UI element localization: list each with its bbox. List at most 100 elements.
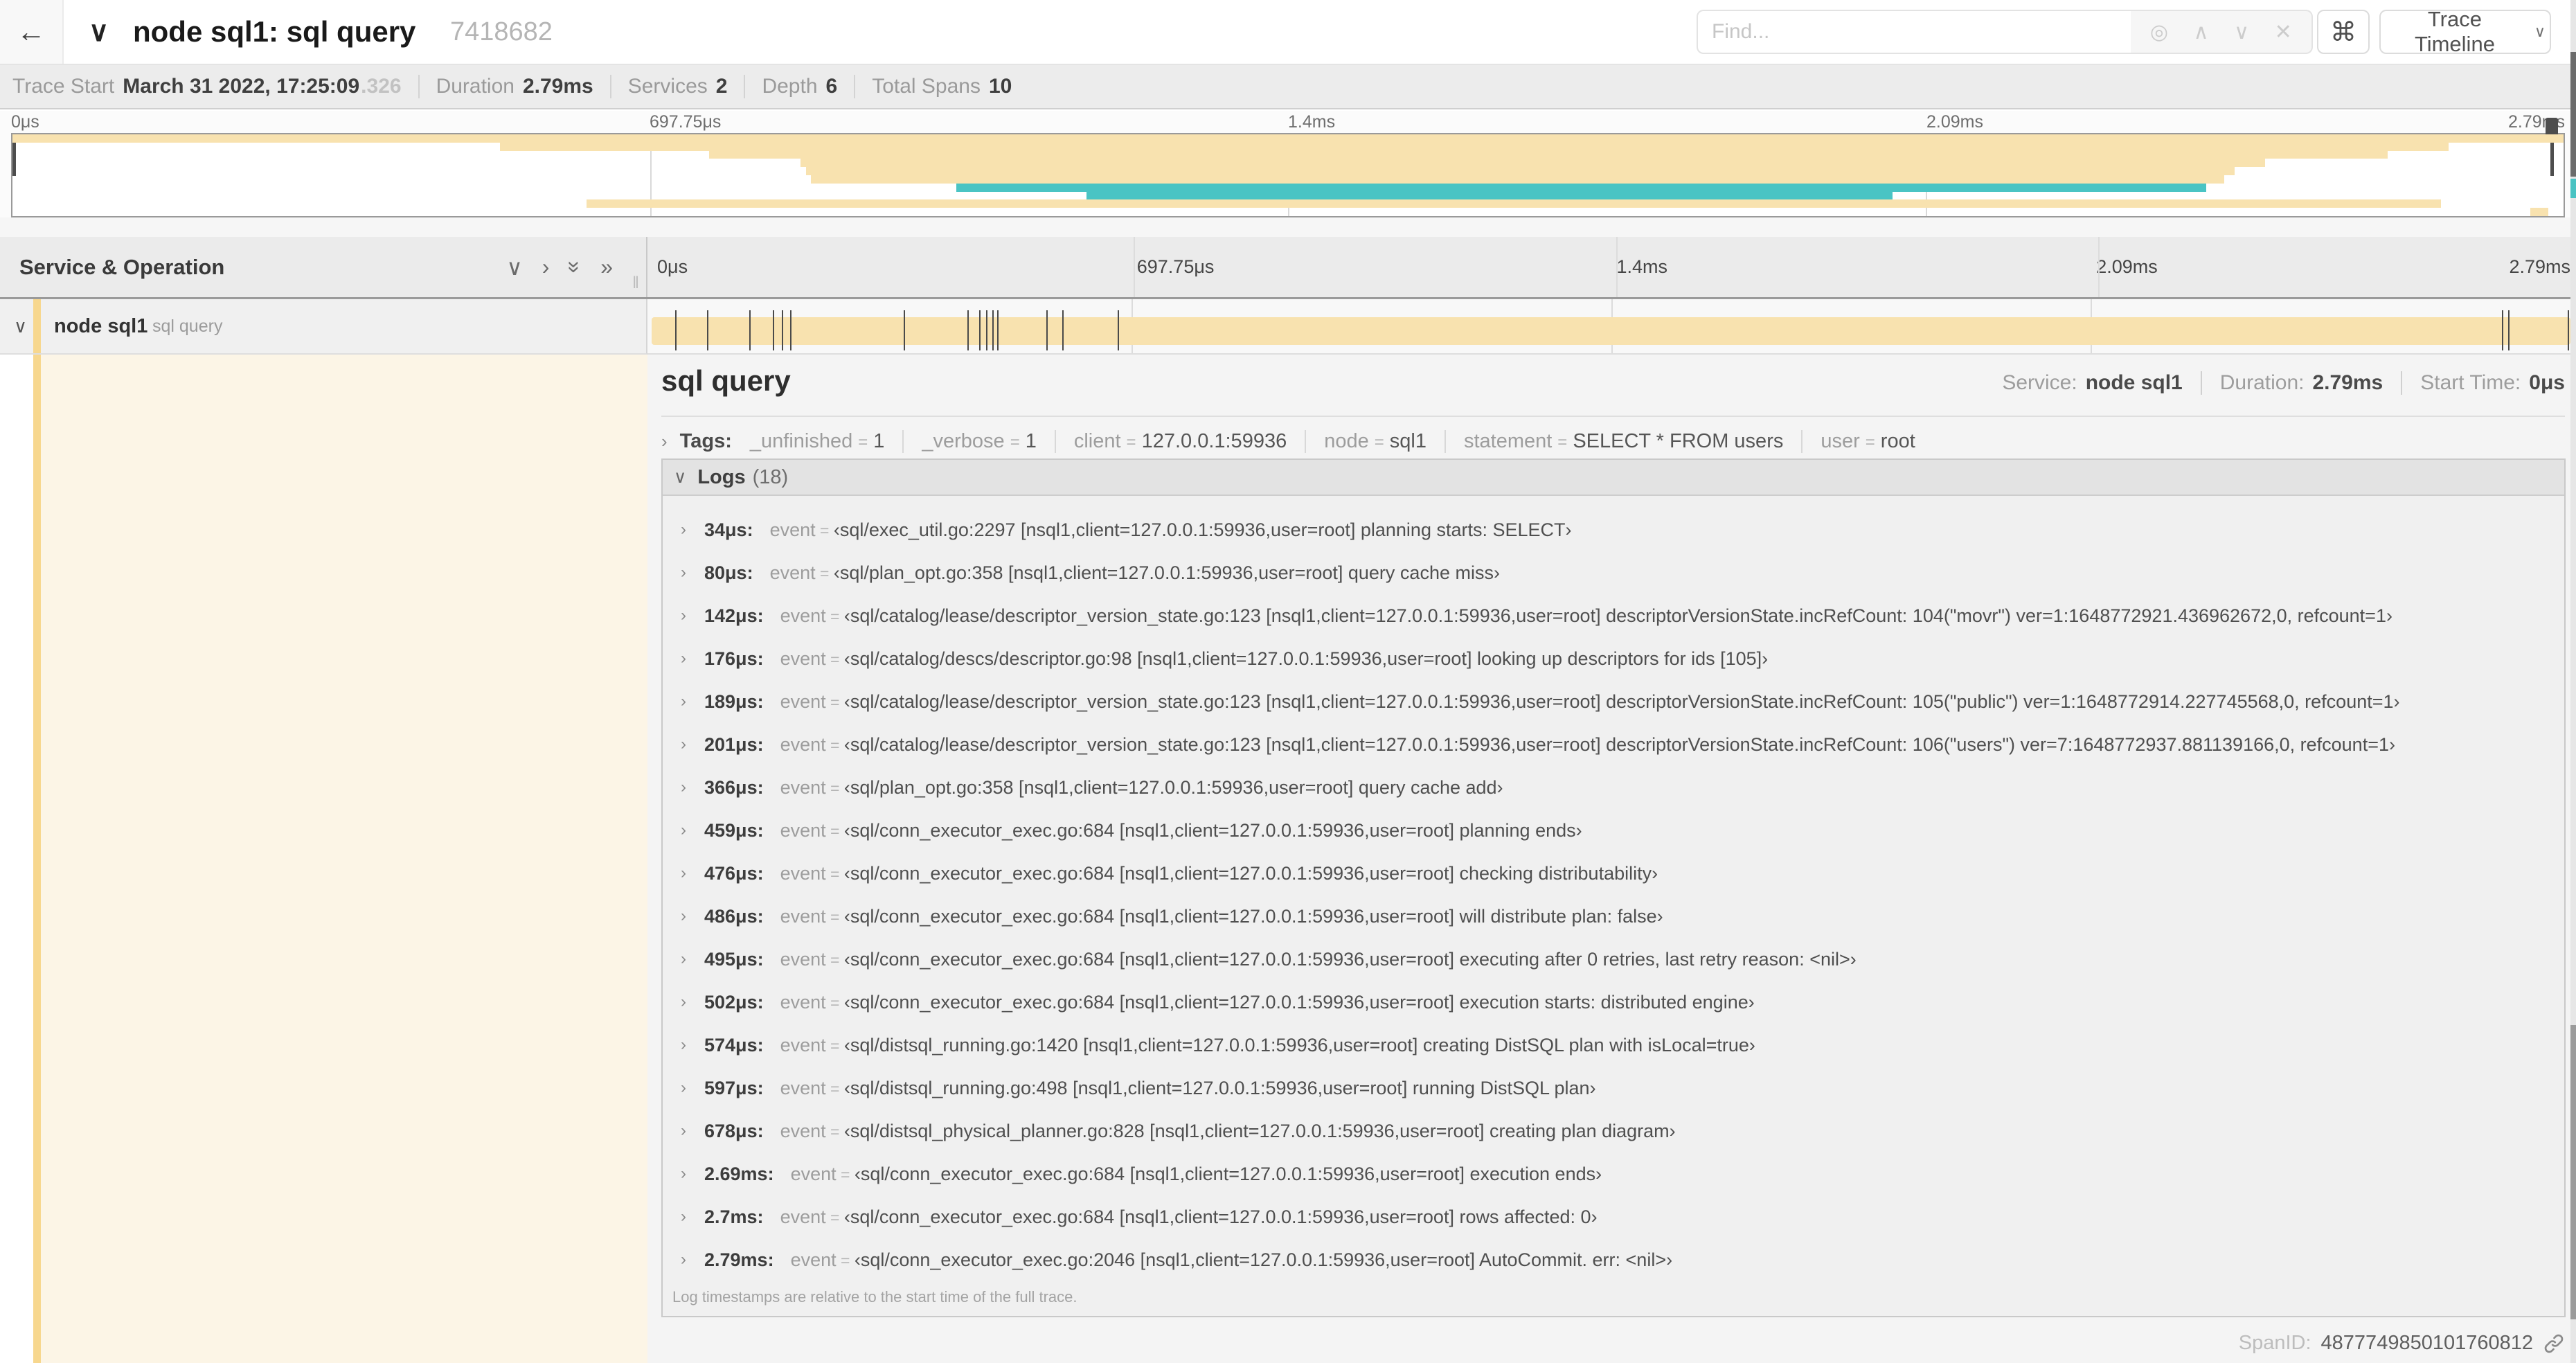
timeline-header-right: 0μs 697.75μs 1.4ms 2.09ms 2.79ms <box>647 237 2576 297</box>
span-row-name-cell[interactable]: ∨ node sql1 sql query <box>0 299 647 355</box>
log-row-body: event = ‹sql/catalog/lease/descriptor_ve… <box>780 734 2395 756</box>
log-field-key: event <box>780 1034 826 1055</box>
chevron-right-icon: › <box>661 430 668 452</box>
log-marker <box>2567 310 2569 350</box>
scrollbar-segment <box>2570 1025 2576 1319</box>
log-field-value: ‹sql/catalog/lease/descriptor_version_st… <box>843 605 2392 626</box>
page-scrollbar[interactable] <box>2570 0 2576 1363</box>
log-row[interactable]: › 176μs: event = ‹sql/catalog/descs/descri… <box>663 637 2564 680</box>
expand-all-icon[interactable]: » <box>600 254 613 280</box>
log-timestamp: 678μs: <box>704 1120 764 1141</box>
log-row[interactable]: › 476μs: event = ‹sql/conn_executor_exec.g… <box>663 852 2564 895</box>
view-selector-button[interactable]: Trace Timeline ∨ <box>2379 7 2551 56</box>
span-id-row: SpanID: 4877749850101760812 <box>2239 1332 2565 1355</box>
back-button[interactable]: ← <box>0 0 64 64</box>
log-row[interactable]: › 2.79ms: event = ‹sql/conn_executor_exec.… <box>663 1238 2564 1281</box>
log-timestamp: 486μs: <box>704 905 764 927</box>
log-timestamp: 80μs: <box>704 562 753 583</box>
collapse-all-icon[interactable]: » <box>562 261 588 274</box>
minimap-span <box>800 159 2265 168</box>
trace-minimap: 0μs 697.75μs 1.4ms 2.09ms 2.79ms <box>0 111 2576 217</box>
logs-header[interactable]: ∨ Logs (18) <box>663 460 2564 496</box>
log-row[interactable]: › 486μs: event = ‹sql/conn_executor_exec.g… <box>663 895 2564 938</box>
span-detail-header[interactable]: sql query Service: node sql1 Duration: 2.79… <box>661 364 2565 409</box>
find-input[interactable] <box>1697 10 2131 54</box>
tag-item: _unfinished = 1 <box>750 430 885 453</box>
span-row-timeline-cell[interactable] <box>647 299 2576 355</box>
log-field-key: event <box>780 991 826 1013</box>
timeline-tick-label: 2.79ms <box>2509 256 2570 277</box>
keyboard-shortcuts-button[interactable]: ⌘ <box>2317 10 2370 54</box>
log-field-equals: = <box>825 607 844 625</box>
minimap-canvas[interactable] <box>11 118 2565 217</box>
back-arrow-icon: ← <box>17 15 46 48</box>
log-row[interactable]: › 2.69ms: event = ‹sql/conn_executor_exec.… <box>663 1152 2564 1195</box>
log-field-key: event <box>780 948 826 970</box>
timeline-collapse-controls: ∨ › » » <box>506 237 613 297</box>
log-row[interactable]: › 34μs: event = ‹sql/exec_util.go:2297 [ns… <box>663 508 2564 551</box>
timeline-tick-labels: 0μs 697.75μs 1.4ms 2.09ms 2.79ms <box>652 237 2570 297</box>
log-field-value: ‹sql/conn_executor_exec.go:684 [nsql1,cl… <box>843 905 1663 927</box>
log-field-key: event <box>780 905 826 927</box>
tag-key: client <box>1073 429 1121 452</box>
clear-search-icon[interactable]: ✕ <box>2275 20 2292 44</box>
chevron-right-icon: › <box>681 692 686 711</box>
logs-title: Logs <box>697 465 746 488</box>
log-row[interactable]: › 502μs: event = ‹sql/conn_executor_exec.g… <box>663 981 2564 1024</box>
log-row[interactable]: › 189μs: event = ‹sql/catalog/lease/descri… <box>663 680 2564 723</box>
tags-row[interactable]: › › Tags: _unfinished=1_verbose=1client=… <box>661 425 2565 457</box>
log-field-value: ‹sql/conn_executor_exec.go:684 [nsql1,cl… <box>843 819 1582 841</box>
chevron-right-icon: › <box>681 950 686 968</box>
operation-name: sql query <box>152 316 223 336</box>
log-row[interactable]: › 366μs: event = ‹sql/plan_opt.go:358 [nsq… <box>663 766 2564 809</box>
log-row[interactable]: › 201μs: event = ‹sql/catalog/lease/descri… <box>663 723 2564 766</box>
minimap-tick-label: 1.4ms <box>1288 112 1336 132</box>
tag-item: statement = SELECT * FROM users <box>1444 429 1783 453</box>
log-row[interactable]: › 2.7ms: event = ‹sql/conn_executor_exec.g… <box>663 1195 2564 1238</box>
next-result-icon[interactable]: ∨ <box>2234 20 2249 44</box>
trace-info-value: 2.79ms <box>522 75 593 98</box>
span-bar-area <box>652 299 2570 353</box>
log-timestamp: 34μs: <box>704 519 753 540</box>
log-timestamp: 459μs: <box>704 819 764 841</box>
log-row-body: event = ‹sql/conn_executor_exec.go:684 [… <box>791 1164 1602 1185</box>
log-marker <box>2508 310 2510 350</box>
log-field-key: event <box>780 819 826 841</box>
chevron-down-icon: ∨ <box>2534 23 2546 40</box>
chevron-right-icon: › <box>681 606 686 625</box>
log-field-key: event <box>769 519 816 540</box>
log-row[interactable]: › 678μs: event = ‹sql/distsql_physical_pla… <box>663 1110 2564 1152</box>
chevron-down-icon[interactable]: ∨ <box>14 299 27 353</box>
span-row[interactable]: ∨ node sql1 sql query <box>0 299 2576 355</box>
timeline-gridline <box>1616 237 1618 297</box>
find-scope-icon[interactable]: ◎ <box>2150 20 2168 44</box>
chevron-right-icon: › <box>681 778 686 796</box>
span-duration-bar[interactable] <box>652 317 2570 345</box>
log-row[interactable]: › 495μs: event = ‹sql/conn_executor_exec.g… <box>663 938 2564 981</box>
chevron-right-icon: › <box>681 907 686 925</box>
link-icon[interactable] <box>2543 1333 2565 1355</box>
chevron-right-icon: › <box>681 649 686 668</box>
log-marker <box>978 310 981 350</box>
minimap-tick-label: 0μs <box>11 112 39 132</box>
log-timestamp: 476μs: <box>704 862 764 884</box>
expand-one-icon[interactable]: › <box>542 254 550 280</box>
log-row[interactable]: › 80μs: event = ‹sql/plan_opt.go:358 [nsql… <box>663 551 2564 594</box>
log-row[interactable]: › 459μs: event = ‹sql/conn_executor_exec.g… <box>663 809 2564 852</box>
column-resize-handle[interactable]: ‖ <box>632 274 639 293</box>
span-meta-item: Service: node sql1 <box>2002 371 2182 395</box>
log-timestamp: 2.69ms: <box>704 1163 774 1184</box>
log-row[interactable]: › 574μs: event = ‹sql/distsql_running.go:1… <box>663 1024 2564 1067</box>
collapse-one-icon[interactable]: ∨ <box>506 254 522 280</box>
trace-info-value: 6 <box>825 75 838 98</box>
prev-result-icon[interactable]: ∧ <box>2194 20 2209 44</box>
log-marker <box>1118 310 1120 350</box>
log-row[interactable]: › 142μs: event = ‹sql/catalog/lease/descri… <box>663 594 2564 637</box>
trace-collapse-toggle[interactable]: ∨ <box>89 0 109 64</box>
tags-list: _unfinished = 1 _verbose = 1 client = 127.0.0.1:… <box>750 429 1915 453</box>
chevron-right-icon: › <box>681 821 686 839</box>
logs-container: ∨ Logs (18) › 34μs: event = ‹sql/exec_util… <box>661 458 2566 1317</box>
log-row[interactable]: › 597μs: event = ‹sql/distsql_running.go:4… <box>663 1067 2564 1110</box>
log-field-equals: = <box>825 1036 844 1055</box>
log-field-value: ‹sql/conn_executor_exec.go:684 [nsql1,cl… <box>843 1206 1598 1227</box>
